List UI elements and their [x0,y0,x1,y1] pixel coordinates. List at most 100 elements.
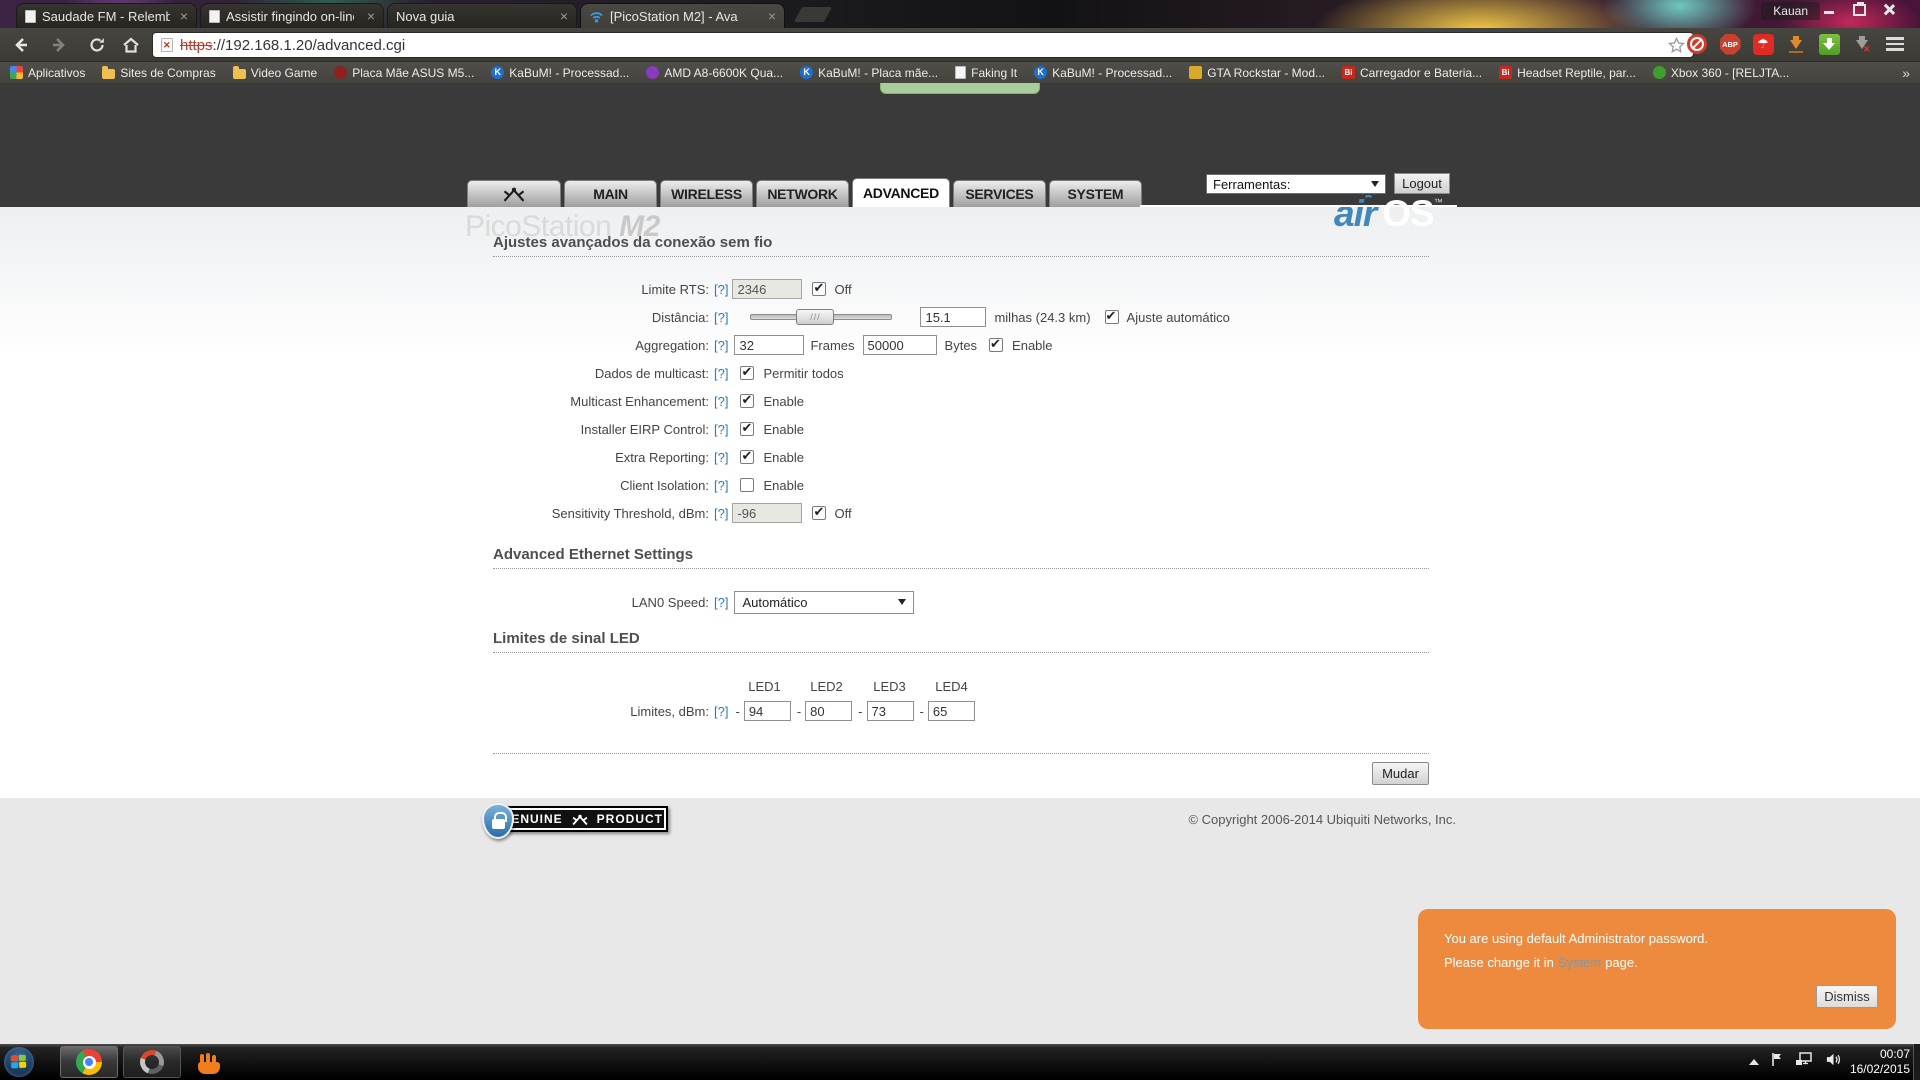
rts-off-checkbox[interactable]: ✔ [812,282,826,296]
section-title-wireless: Ajustes avançados da conexão sem fio [493,234,1429,257]
tools-dropdown[interactable]: Ferramentas: [1206,174,1386,194]
distance-label: Distância: [493,310,709,325]
tab-ubnt-logo[interactable] [467,180,561,207]
tab-wireless[interactable]: WIRELESS [660,180,753,207]
lan0-speed-select[interactable]: Automático [734,591,914,614]
led2-input[interactable] [805,701,852,721]
extra-reporting-checkbox[interactable]: ✔ [740,450,754,464]
multicast-enhancement-checkbox[interactable]: ✔ [740,394,754,408]
address-bar[interactable]: https://192.168.1.20/advanced.cgi [152,32,1694,58]
system-page-link[interactable]: System [1558,955,1601,970]
aggregation-bytes-input[interactable] [863,335,937,355]
back-button[interactable] [8,34,34,56]
new-tab-button[interactable] [794,7,832,22]
distance-slider[interactable]: /// [750,309,892,325]
reload-button[interactable] [84,34,110,56]
help-link[interactable]: [?] [714,366,728,381]
close-icon[interactable]: × [367,9,375,23]
adblock-plus-icon[interactable]: ABP [1719,33,1741,55]
bookmark-video-game[interactable]: Video Game [233,66,318,80]
taskbar-app-button[interactable] [123,1046,181,1078]
dismiss-button[interactable]: Dismiss [1816,985,1878,1008]
network-icon[interactable] [1795,1052,1813,1072]
close-icon[interactable]: × [768,9,776,23]
browser-toolbar: https://192.168.1.20/advanced.cgi ABP ☂ [0,28,1920,62]
volume-icon[interactable] [1825,1052,1842,1072]
help-link[interactable]: [?] [714,478,728,493]
installer-eirp-checkbox[interactable]: ✔ [740,422,754,436]
bookmark-amd[interactable]: AMD A8-6600K Qua... [646,66,783,80]
bookmark-gta[interactable]: GTA Rockstar - Mod... [1189,66,1325,80]
help-link[interactable]: [?] [714,422,728,437]
close-window-button[interactable] [1874,0,1916,18]
help-link[interactable]: [?] [714,338,728,353]
action-center-flag-icon[interactable] [1771,1052,1783,1072]
aggregation-enable-checkbox[interactable]: ✔ [989,338,1003,352]
chrome-menu-icon[interactable] [1884,33,1906,55]
camera-blocker-icon[interactable] [1686,33,1708,55]
close-icon[interactable]: × [180,9,188,23]
browser-tab-saudade[interactable]: Saudade FM - Relembre o × [16,3,197,28]
client-isolation-checkbox[interactable] [740,478,754,492]
sensitivity-off-checkbox[interactable]: ✔ [812,506,826,520]
bookmark-star-icon[interactable] [1668,37,1685,54]
taskbar-clock[interactable]: 00:07 16/02/2015 [1850,1047,1910,1077]
raptr-hand-icon[interactable] [198,1062,220,1074]
bookmark-sites-de-compras[interactable]: Sites de Compras [102,66,215,80]
logout-button[interactable]: Logout [1394,173,1450,194]
browser-tab-nova-guia[interactable]: Nova guia × [387,3,577,28]
help-link[interactable]: [?] [714,282,728,297]
avira-icon[interactable]: ☂ [1752,33,1774,55]
close-icon[interactable]: × [560,9,568,23]
help-link[interactable]: [?] [714,506,728,521]
multicast-data-checkbox[interactable]: ✔ [740,366,754,380]
bookmark-placa-mae[interactable]: Placa Mãe ASUS M5... [334,66,474,80]
submit-button[interactable]: Mudar [1372,762,1429,785]
bookmark-kabum-3[interactable]: KKaBuM! - Processad... [1034,66,1172,80]
clock-date: 16/02/2015 [1850,1062,1910,1077]
bookmarks-overflow-chevron[interactable]: » [1902,65,1910,81]
help-link[interactable]: [?] [714,595,728,610]
led3-input[interactable] [867,701,914,721]
rts-limit-input[interactable] [732,279,802,299]
led4-input[interactable] [928,701,975,721]
tab-services[interactable]: SERVICES [953,180,1046,207]
sensitivity-threshold-input[interactable] [732,503,802,523]
tab-system[interactable]: SYSTEM [1049,180,1142,207]
aggregation-frames-input[interactable] [734,335,804,355]
bookmark-aplicativos[interactable]: Aplicativos [10,66,85,80]
profile-name[interactable]: Kauan [1761,2,1820,20]
download-helper-icon[interactable] [1785,33,1807,55]
help-link[interactable]: [?] [714,704,728,719]
browser-tab-picostation[interactable]: [PicoStation M2] - Avança × [580,3,785,28]
browser-tab-assistir[interactable]: Assistir fingindo on-line × [200,3,384,28]
tab-advanced[interactable]: ADVANCED [852,178,950,207]
show-hidden-icons[interactable] [1749,1059,1759,1065]
bookmark-kabum-1[interactable]: KKaBuM! - Processad... [491,66,629,80]
restore-button[interactable] [1844,0,1874,18]
minimize-button[interactable] [1814,0,1844,18]
bookmark-xbox[interactable]: Xbox 360 - [RELJTA... [1653,66,1790,80]
led1-input[interactable] [744,701,791,721]
bookmark-headset[interactable]: BiHeadset Reptile, par... [1499,66,1636,80]
tab-main[interactable]: MAIN [564,180,657,207]
header-underline [1140,205,1457,207]
bookmark-carregador[interactable]: BiCarregador e Bateria... [1342,66,1482,80]
bookmark-kabum-2[interactable]: KKaBuM! - Placa mãe... [800,66,938,80]
forward-button[interactable] [46,34,72,56]
savefrom-icon[interactable] [1818,33,1840,55]
disabled-download-icon[interactable] [1851,33,1873,55]
help-link[interactable]: [?] [714,310,728,325]
show-desktop-button[interactable] [1913,1044,1920,1080]
taskbar-chrome-button[interactable] [60,1046,118,1078]
distance-input[interactable] [920,307,986,327]
help-link[interactable]: [?] [714,394,728,409]
home-button[interactable] [118,34,144,56]
slider-handle[interactable]: /// [796,309,834,325]
bookmark-faking-it[interactable]: Faking It [955,66,1017,80]
auto-adjust-checkbox[interactable]: ✔ [1105,310,1119,324]
start-button[interactable] [4,1047,34,1077]
tab-network[interactable]: NETWORK [756,180,849,207]
site-security-icon[interactable] [161,38,173,52]
help-link[interactable]: [?] [714,450,728,465]
